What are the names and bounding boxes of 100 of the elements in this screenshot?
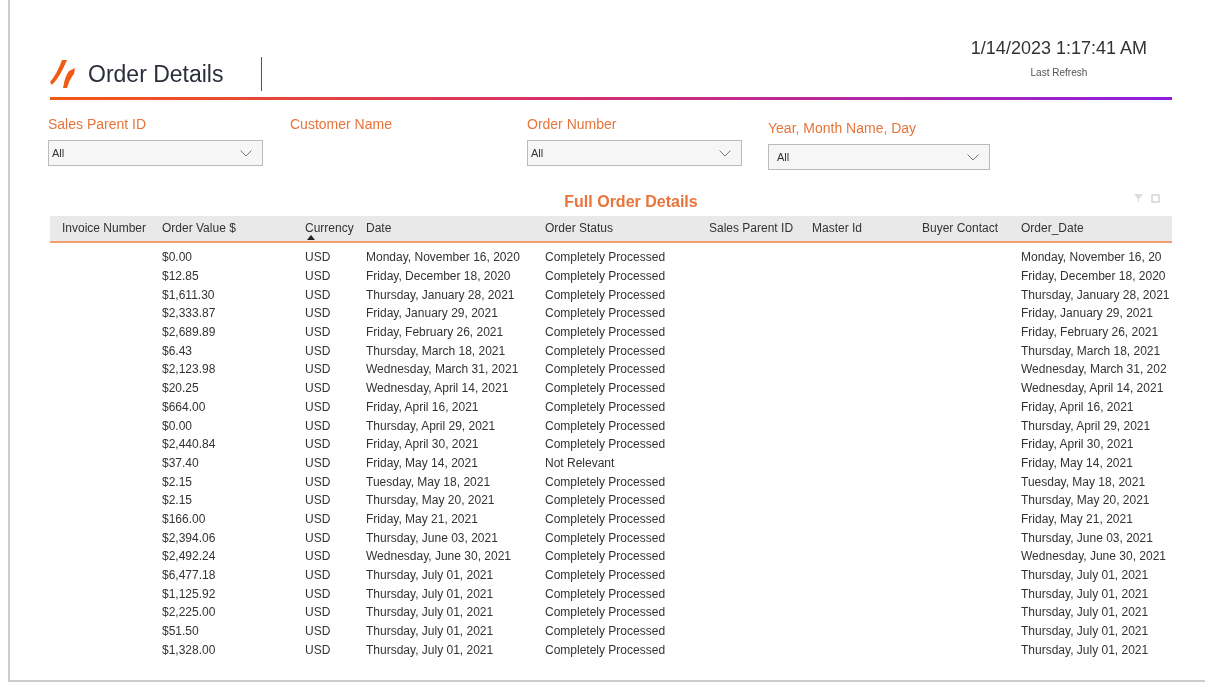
table-cell: Monday, November 16, 2020	[366, 250, 520, 265]
table-cell: USD	[305, 381, 331, 396]
table-cell: Thursday, January 28, 2021	[366, 287, 515, 302]
table-cell: Friday, May 21, 2021	[1021, 511, 1133, 526]
sort-arrow-icon	[307, 235, 315, 240]
column-header[interactable]: Buyer Contact	[922, 221, 999, 240]
table-cell: Completely Processed	[545, 549, 666, 564]
refresh-timestamp: 1/14/2023 1:17:41 AM	[970, 38, 1147, 59]
table-cell: Completely Processed	[545, 287, 666, 302]
table-cell: $2,123.98	[162, 362, 216, 377]
table-cell: $51.50	[162, 624, 199, 639]
table-cell: Thursday, January 28, 2021	[1021, 287, 1170, 302]
table-cell: USD	[305, 362, 331, 377]
column-header[interactable]: Sales Parent ID	[709, 221, 794, 240]
table-cell: Completely Processed	[545, 605, 666, 620]
table-cell: Thursday, July 01, 2021	[1021, 624, 1149, 639]
filter-icon[interactable]	[1134, 194, 1143, 203]
table-cell: $12.85	[162, 269, 199, 284]
filter-dropdown[interactable]: All	[768, 144, 990, 170]
table-cell: Thursday, May 20, 2021	[366, 493, 495, 508]
filter-dropdown[interactable]: All	[48, 140, 263, 166]
table-cell: Friday, May 14, 2021	[1021, 455, 1133, 470]
table-cell: $0.00	[162, 418, 193, 433]
table-cell: Friday, February 26, 2021	[1021, 325, 1159, 340]
table-cell: Completely Processed	[545, 381, 666, 396]
table-cell: Completely Processed	[545, 269, 666, 284]
table-cell: $2,492.24	[162, 549, 216, 564]
filter-dropdown[interactable]: All	[527, 140, 742, 166]
table-cell: Friday, April 30, 2021	[1021, 437, 1134, 452]
refresh-label: Last Refresh	[1030, 67, 1088, 78]
table-cell: $2,225.00	[162, 605, 216, 620]
filter-label: Customer Name	[290, 116, 392, 134]
table-cell: Completely Processed	[545, 586, 666, 601]
column-header[interactable]: Order_Date	[1021, 221, 1084, 240]
table-cell: Completely Processed	[545, 530, 666, 545]
table-cell: Friday, February 26, 2021	[366, 325, 504, 340]
table-cell: Thursday, June 03, 2021	[366, 530, 498, 545]
table-cell: $2.15	[162, 493, 193, 508]
table-cell: $2,333.87	[162, 306, 216, 321]
table-cell: Monday, November 16, 20	[1021, 250, 1162, 265]
table-cell: Wednesday, March 31, 202	[1021, 362, 1167, 377]
table-cell: Completely Processed	[545, 642, 666, 657]
table-cell: $6,477.18	[162, 568, 216, 583]
table-cell: USD	[305, 325, 331, 340]
table-cell: Friday, December 18, 2020	[1021, 269, 1166, 284]
table-cell: Friday, April 16, 2021	[1021, 399, 1134, 414]
table-cell: USD	[305, 287, 331, 302]
table-cell: Friday, January 29, 2021	[1021, 306, 1153, 321]
table-cell: $2.15	[162, 474, 193, 489]
table-cell: Thursday, April 29, 2021	[366, 418, 496, 433]
table-cell: $166.00	[162, 511, 206, 526]
table-cell: Completely Processed	[545, 624, 666, 639]
column-header[interactable]: Date	[366, 221, 392, 240]
table-cell: USD	[305, 343, 331, 358]
table-cell: $0.00	[162, 250, 193, 265]
table-cell: USD	[305, 642, 331, 657]
table-cell: Thursday, July 01, 2021	[1021, 605, 1149, 620]
chevron-down-icon	[719, 149, 731, 157]
column-header[interactable]: Order Value $	[162, 221, 236, 240]
table-cell: USD	[305, 250, 331, 265]
table-cell: Thursday, July 01, 2021	[366, 642, 494, 657]
table-cell: Completely Processed	[545, 250, 666, 265]
table-cell: Completely Processed	[545, 568, 666, 583]
column-header[interactable]: Order Status	[545, 221, 614, 240]
column-header[interactable]: Master Id	[812, 221, 862, 240]
focus-mode-icon[interactable]	[1151, 194, 1160, 203]
table-cell: USD	[305, 437, 331, 452]
table-cell: Completely Processed	[545, 306, 666, 321]
table-cell: Completely Processed	[545, 418, 666, 433]
table-cell: Tuesday, May 18, 2021	[366, 474, 491, 489]
table-cell: USD	[305, 586, 331, 601]
page-title: Order Details	[88, 60, 224, 88]
table-cell: Friday, April 16, 2021	[366, 399, 479, 414]
table-cell: Tuesday, May 18, 2021	[1021, 474, 1146, 489]
table-cell: Completely Processed	[545, 399, 666, 414]
table-cell: USD	[305, 474, 331, 489]
column-header[interactable]: Currency	[305, 221, 354, 240]
table-cell: $2,689.89	[162, 325, 216, 340]
filter-label: Order Number	[527, 116, 618, 134]
logo-icon	[50, 59, 76, 89]
table-title: Full Order Details	[564, 193, 698, 211]
table-cell: USD	[305, 624, 331, 639]
table-cell: USD	[305, 418, 331, 433]
table-cell: Completely Processed	[545, 437, 666, 452]
table-cell: Wednesday, March 31, 2021	[366, 362, 519, 377]
table-cell: Thursday, June 03, 2021	[1021, 530, 1153, 545]
table-cell: Completely Processed	[545, 474, 666, 489]
table-cell: Thursday, March 18, 2021	[366, 343, 506, 358]
table-cell: Friday, May 21, 2021	[366, 511, 478, 526]
table-cell: USD	[305, 568, 331, 583]
table-cell: USD	[305, 549, 331, 564]
table-cell: USD	[305, 306, 331, 321]
column-header[interactable]: Invoice Number	[62, 221, 147, 240]
table-cell: USD	[305, 455, 331, 470]
table-cell: Friday, April 30, 2021	[366, 437, 479, 452]
table-cell: USD	[305, 511, 331, 526]
table-cell: $664.00	[162, 399, 206, 414]
table-cell: Wednesday, April 14, 2021	[1021, 381, 1164, 396]
table-cell: Thursday, July 01, 2021	[1021, 568, 1149, 583]
table-cell: Thursday, July 01, 2021	[366, 624, 494, 639]
